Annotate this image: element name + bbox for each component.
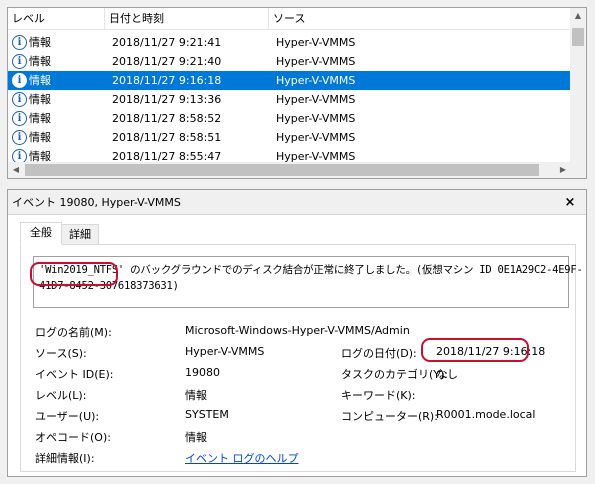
description-line-2: 41D7-8452-307618373631): [39, 280, 179, 292]
event-row[interactable]: i 情報 2018/11/27 8:58:51 Hyper-V-VMMS: [8, 128, 571, 147]
logged-date-label: ログの日付(D):: [341, 347, 417, 360]
source-label: ソース(S):: [35, 347, 87, 360]
scroll-right-icon[interactable]: ▶: [555, 162, 571, 178]
info-icon: i: [12, 110, 27, 126]
log-name-value: Microsoft-Windows-Hyper-V-VMMS/Admin: [185, 324, 410, 337]
info-icon: i: [12, 72, 27, 88]
event-detail-pane: イベント 19080, Hyper-V-VMMS × 全般 詳細 'Win201…: [7, 189, 587, 477]
event-source: Hyper-V-VMMS: [276, 93, 356, 106]
event-level: 情報: [29, 55, 51, 68]
event-source: Hyper-V-VMMS: [276, 74, 356, 87]
description-line-1: 'Win2019_NTFS' のバックグラウンドでのディスク結合が正常に終了しま…: [39, 264, 583, 276]
event-log-help-link[interactable]: イベント ログのヘルプ: [185, 450, 299, 466]
event-datetime: 2018/11/27 9:21:41: [112, 36, 222, 49]
event-level: 情報: [29, 131, 51, 144]
info-icon: i: [12, 34, 27, 50]
column-header-datetime[interactable]: 日付と時刻: [105, 8, 269, 30]
vertical-scrollbar[interactable]: ▲ ▼: [570, 8, 586, 178]
event-datetime: 2018/11/27 8:58:51: [112, 131, 222, 144]
event-row[interactable]: i 情報 2018/11/27 9:21:41 Hyper-V-VMMS: [8, 33, 571, 52]
info-icon: i: [12, 91, 27, 107]
event-row[interactable]: i 情報 2018/11/27 9:13:36 Hyper-V-VMMS: [8, 90, 571, 109]
tab-details[interactable]: 詳細: [61, 224, 99, 245]
horizontal-scroll-thumb[interactable]: [25, 164, 539, 176]
detail-title: イベント 19080, Hyper-V-VMMS ×: [8, 190, 586, 215]
more-info-label: 詳細情報(I):: [35, 452, 95, 465]
opcode-label: オペコード(O):: [35, 431, 111, 444]
horizontal-scrollbar[interactable]: ◀ ▶: [8, 162, 571, 178]
annotation-highlight-vm-name: [30, 262, 118, 286]
computer-value: R0001.mode.local: [436, 408, 536, 421]
opcode-value: 情報: [185, 431, 207, 444]
event-datetime: 2018/11/27 9:21:40: [112, 55, 222, 68]
event-level: 情報: [29, 112, 51, 125]
tab-general[interactable]: 全般: [20, 222, 62, 245]
event-source: Hyper-V-VMMS: [276, 131, 356, 144]
event-datetime: 2018/11/27 8:58:52: [112, 112, 222, 125]
event-id-value: 19080: [185, 366, 220, 379]
vertical-scroll-thumb[interactable]: [572, 28, 584, 46]
event-list-header: レベル 日付と時刻 ソース: [8, 8, 571, 30]
info-icon: i: [12, 53, 27, 69]
event-datetime: 2018/11/27 9:13:36: [112, 93, 222, 106]
level-value: 情報: [185, 389, 207, 402]
user-value: SYSTEM: [185, 408, 229, 421]
keywords-label: キーワード(K):: [341, 389, 416, 402]
scrollbar-corner: [570, 162, 586, 178]
event-source: Hyper-V-VMMS: [276, 112, 356, 125]
computer-label: コンピューター(R):: [341, 410, 438, 423]
column-header-level[interactable]: レベル: [8, 8, 105, 30]
event-row[interactable]: i 情報 2018/11/27 9:21:40 Hyper-V-VMMS: [8, 52, 571, 71]
scroll-up-icon[interactable]: ▲: [570, 8, 586, 24]
event-row[interactable]: i 情報 2018/11/27 8:58:52 Hyper-V-VMMS: [8, 109, 571, 128]
annotation-highlight-logged-date: [421, 338, 529, 362]
event-id-label: イベント ID(E):: [35, 368, 114, 381]
source-value: Hyper-V-VMMS: [185, 345, 265, 358]
task-category-label: タスクのカテゴリ(Y):: [341, 368, 449, 381]
user-label: ユーザー(U):: [35, 410, 100, 423]
event-level: 情報: [29, 93, 51, 106]
close-icon[interactable]: ×: [563, 190, 577, 215]
detail-title-text: イベント 19080, Hyper-V-VMMS: [12, 196, 181, 209]
column-header-source[interactable]: ソース: [269, 8, 571, 30]
event-level: 情報: [29, 74, 51, 87]
event-source: Hyper-V-VMMS: [276, 55, 356, 68]
info-icon: i: [12, 129, 27, 145]
event-datetime: 2018/11/27 9:16:18: [112, 74, 222, 87]
task-category-value: なし: [436, 368, 458, 381]
event-source: Hyper-V-VMMS: [276, 36, 356, 49]
level-label: レベル(L):: [35, 389, 87, 402]
log-name-label: ログの名前(M):: [35, 326, 112, 339]
event-row-selected[interactable]: i 情報 2018/11/27 9:16:18 Hyper-V-VMMS: [8, 71, 571, 90]
event-level: 情報: [29, 36, 51, 49]
event-list: レベル 日付と時刻 ソース i 情報 2018/11/27 9:21:41 Hyp…: [7, 7, 587, 179]
scroll-left-icon[interactable]: ◀: [8, 162, 24, 178]
